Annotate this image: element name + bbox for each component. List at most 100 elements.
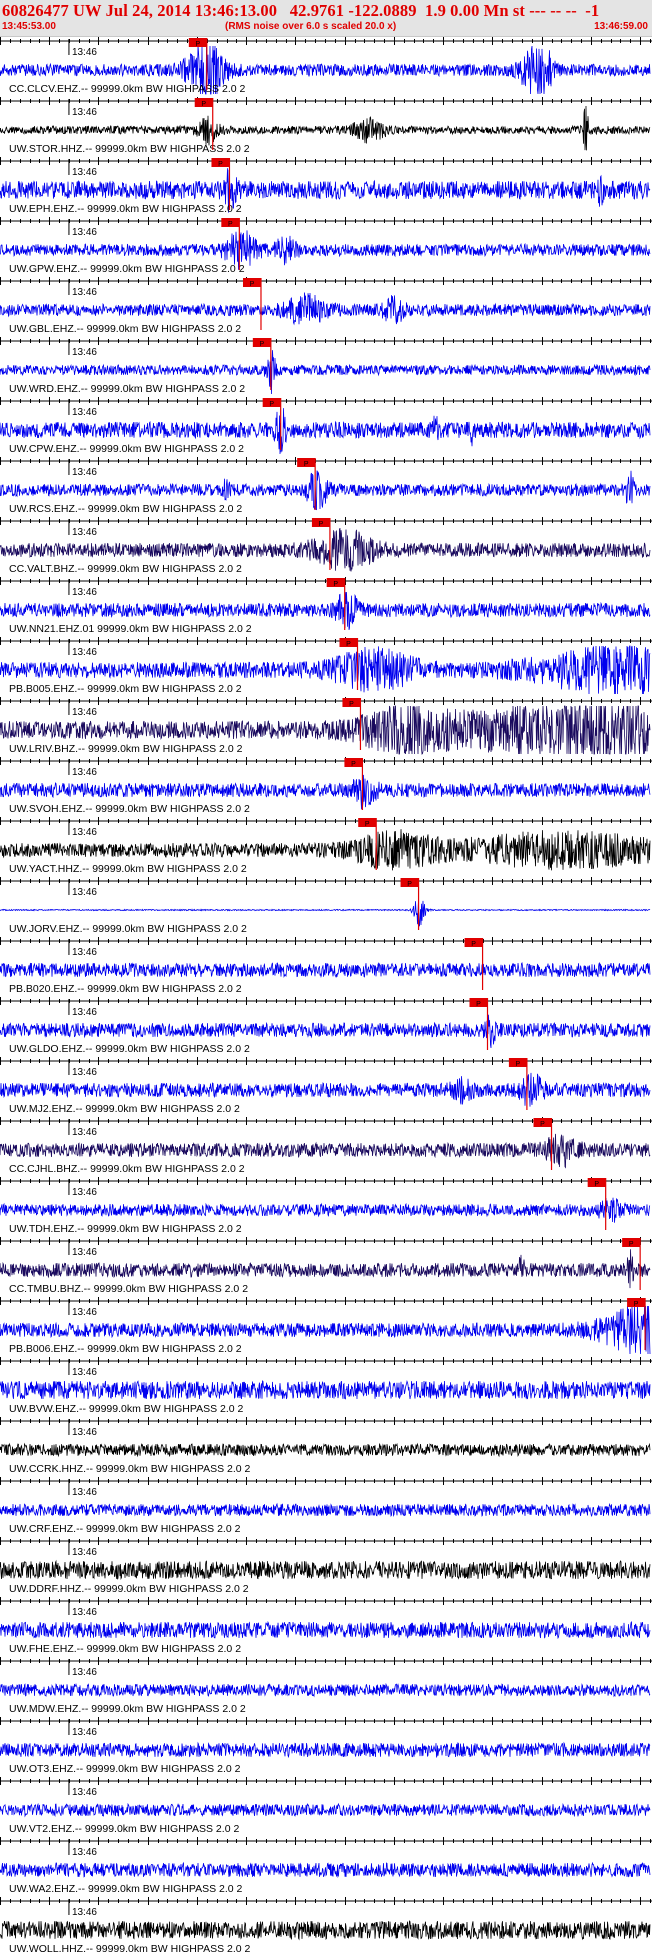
seismogram-panel: 13:46 CC.CLCV.EHZ.-- 99999.0km BW HIGHPAS… xyxy=(0,37,652,1955)
pick-label: P xyxy=(471,941,476,948)
axis-ticks xyxy=(0,1657,651,1665)
axis-ticks xyxy=(0,877,651,885)
station-label: UW.CPW.EHZ.-- 99999.0km BW HIGHPASS 2.0 … xyxy=(9,443,244,455)
pick-label: P xyxy=(407,881,412,888)
trace-row: 13:46 UW.EPH.EHZ.-- 99999.0km BW HIGHPASS… xyxy=(0,157,652,215)
axis-ticks xyxy=(0,397,651,405)
pick-label: P xyxy=(269,401,274,408)
trace-row: 13:46 UW.BVW.EHZ.-- 99999.0km BW HIGHPASS… xyxy=(0,1357,652,1415)
pick-label: P xyxy=(629,1241,634,1248)
axis-ticks xyxy=(0,1417,651,1425)
trace-row: 13:46 UW.CRF.EHZ.-- 99999.0km BW HIGHPASS… xyxy=(0,1477,652,1535)
pick-label: P xyxy=(304,461,309,468)
station-label: UW.FHE.EHZ.-- 99999.0km BW HIGHPASS 2.0 … xyxy=(9,1643,241,1655)
waveform xyxy=(0,1861,651,1879)
axis-ticks xyxy=(0,697,651,705)
waveform xyxy=(0,1559,651,1580)
waveform xyxy=(0,1442,651,1458)
axis-ticks xyxy=(0,217,651,225)
station-label: UW.STOR.HHZ.-- 99999.0km BW HIGHPASS 2.0… xyxy=(9,143,250,155)
axis-ticks xyxy=(0,97,651,105)
waveform xyxy=(0,1502,651,1518)
waveform xyxy=(0,1741,651,1759)
waveform xyxy=(0,1620,651,1640)
minute-label: 13:46 xyxy=(72,647,97,658)
pick-label: P xyxy=(346,641,351,648)
waveform xyxy=(0,961,651,979)
pick-label: P xyxy=(540,1121,545,1128)
station-label: CC.CJHL.BHZ.-- 99999.0km BW HIGHPASS 2.0… xyxy=(9,1163,245,1175)
station-label: PB.B020.EHZ.-- 99999.0km BW HIGHPASS 2.0… xyxy=(9,983,242,995)
station-label: UW.WA2.EHZ.-- 99999.0km BW HIGHPASS 2.0 … xyxy=(9,1883,243,1895)
trace-row: 13:46 UW.FHE.EHZ.-- 99999.0km BW HIGHPASS… xyxy=(0,1597,652,1655)
station-label: CC.TMBU.BHZ.-- 99999.0km BW HIGHPASS 2.0… xyxy=(9,1283,248,1295)
trace-row: 13:46 CC.CLCV.EHZ.-- 99999.0km BW HIGHPAS… xyxy=(0,37,652,95)
station-label: UW.YACT.HHZ.-- 99999.0km BW HIGHPASS 2.0… xyxy=(9,863,247,875)
minute-label: 13:46 xyxy=(72,47,97,58)
trace-row: 13:46 CC.TMBU.BHZ.-- 99999.0km BW HIGHPAS… xyxy=(0,1237,652,1295)
waveform xyxy=(0,292,651,326)
station-label: UW.LRIV.BHZ.-- 99999.0km BW HIGHPASS 2.0… xyxy=(9,743,243,755)
trace-row: 13:46 UW.MJ2.EHZ.-- 99999.0km BW HIGHPASS… xyxy=(0,1057,652,1115)
station-label: UW.DDRF.HHZ.-- 99999.0km BW HIGHPASS 2.0… xyxy=(9,1583,249,1595)
minute-label: 13:46 xyxy=(72,347,97,358)
minute-label: 13:46 xyxy=(72,1067,97,1078)
minute-label: 13:46 xyxy=(72,947,97,958)
trace-row: 13:46 UW.WRD.EHZ.-- 99999.0km BW HIGHPASS… xyxy=(0,337,652,395)
axis-ticks xyxy=(0,637,651,645)
minute-label: 13:46 xyxy=(72,767,97,778)
scaling-note: (RMS noise over 6.0 s scaled 20.0 x) xyxy=(225,21,397,32)
station-label: UW.GBL.EHZ.-- 99999.0km BW HIGHPASS 2.0 … xyxy=(9,323,241,335)
minute-label: 13:46 xyxy=(72,1847,97,1858)
station-label: UW.CRF.EHZ.-- 99999.0km BW HIGHPASS 2.0 … xyxy=(9,1523,241,1535)
minute-label: 13:46 xyxy=(72,1427,97,1438)
axis-ticks xyxy=(0,577,651,585)
station-label: UW.JORV.EHZ.-- 99999.0km BW HIGHPASS 2.0… xyxy=(9,923,247,935)
axis-ticks xyxy=(0,1837,651,1845)
pick-label: P xyxy=(365,821,370,828)
station-label: UW.TDH.EHZ.-- 99999.0km BW HIGHPASS 2.0 … xyxy=(9,1223,242,1235)
trace-row: 13:46 UW.MDW.EHZ.-- 99999.0km BW HIGHPASS… xyxy=(0,1657,652,1715)
minute-label: 13:46 xyxy=(72,1667,97,1678)
minute-label: 13:46 xyxy=(72,1187,97,1198)
waveform xyxy=(0,1380,651,1400)
event-title: 60826477 UW Jul 24, 2014 13:46:13.00 42.… xyxy=(2,1,600,20)
axis-ticks xyxy=(0,817,651,825)
station-label: UW.WRD.EHZ.-- 99999.0km BW HIGHPASS 2.0 … xyxy=(9,383,245,395)
station-label: UW.GPW.EHZ.-- 99999.0km BW HIGHPASS 2.0 … xyxy=(9,263,245,275)
pick-label: P xyxy=(351,761,356,768)
station-label: UW.GLDO.EHZ.-- 99999.0km BW HIGHPASS 2.0… xyxy=(9,1043,250,1055)
waveform xyxy=(0,1802,651,1818)
pick-label: P xyxy=(195,41,200,48)
pick-label: P xyxy=(594,1181,599,1188)
minute-label: 13:46 xyxy=(72,1007,97,1018)
axis-ticks xyxy=(0,1777,651,1785)
minute-label: 13:46 xyxy=(72,107,97,118)
station-label: UW.CCRK.HHZ.-- 99999.0km BW HIGHPASS 2.0… xyxy=(9,1463,251,1475)
minute-label: 13:46 xyxy=(72,467,97,478)
pick-label: P xyxy=(634,1301,639,1308)
axis-ticks xyxy=(0,1717,651,1725)
pick-label: P xyxy=(250,281,255,288)
trace-row: 13:46 UW.NN21.EHZ.01 99999.0km BW HIGHPAS… xyxy=(0,577,652,635)
minute-label: 13:46 xyxy=(72,1787,97,1798)
axis-ticks xyxy=(0,997,651,1005)
station-label: UW.SVOH.EHZ.-- 99999.0km BW HIGHPASS 2.0… xyxy=(9,803,250,815)
minute-label: 13:46 xyxy=(72,1727,97,1738)
axis-ticks xyxy=(0,337,651,345)
waveform xyxy=(0,1197,651,1223)
pick-label: P xyxy=(228,221,233,228)
trace-row: 13:46 UW.GPW.EHZ.-- 99999.0km BW HIGHPASS… xyxy=(0,217,652,275)
pick-label: P xyxy=(349,701,354,708)
trace-row: 13:46 UW.CCRK.HHZ.-- 99999.0km BW HIGHPAS… xyxy=(0,1417,652,1475)
trace-row: 13:46 PB.B006.EHZ.-- 99999.0km BW HIGHPAS… xyxy=(0,1297,652,1355)
minute-label: 13:46 xyxy=(72,227,97,238)
trace-row: 13:46 PB.B005.EHZ.-- 99999.0km BW HIGHPAS… xyxy=(0,637,652,695)
station-label: UW.MDW.EHZ.-- 99999.0km BW HIGHPASS 2.0 … xyxy=(9,1703,246,1715)
minute-label: 13:46 xyxy=(72,1367,97,1378)
axis-ticks xyxy=(0,1057,651,1065)
station-label: UW.RCS.EHZ.-- 99999.0km BW HIGHPASS 2.0 … xyxy=(9,503,242,515)
minute-label: 13:46 xyxy=(72,1907,97,1918)
trace-row: 13:46 UW.CPW.EHZ.-- 99999.0km BW HIGHPASS… xyxy=(0,397,652,455)
trace-row: 13:46 UW.TDH.EHZ.-- 99999.0km BW HIGHPASS… xyxy=(0,1177,652,1235)
